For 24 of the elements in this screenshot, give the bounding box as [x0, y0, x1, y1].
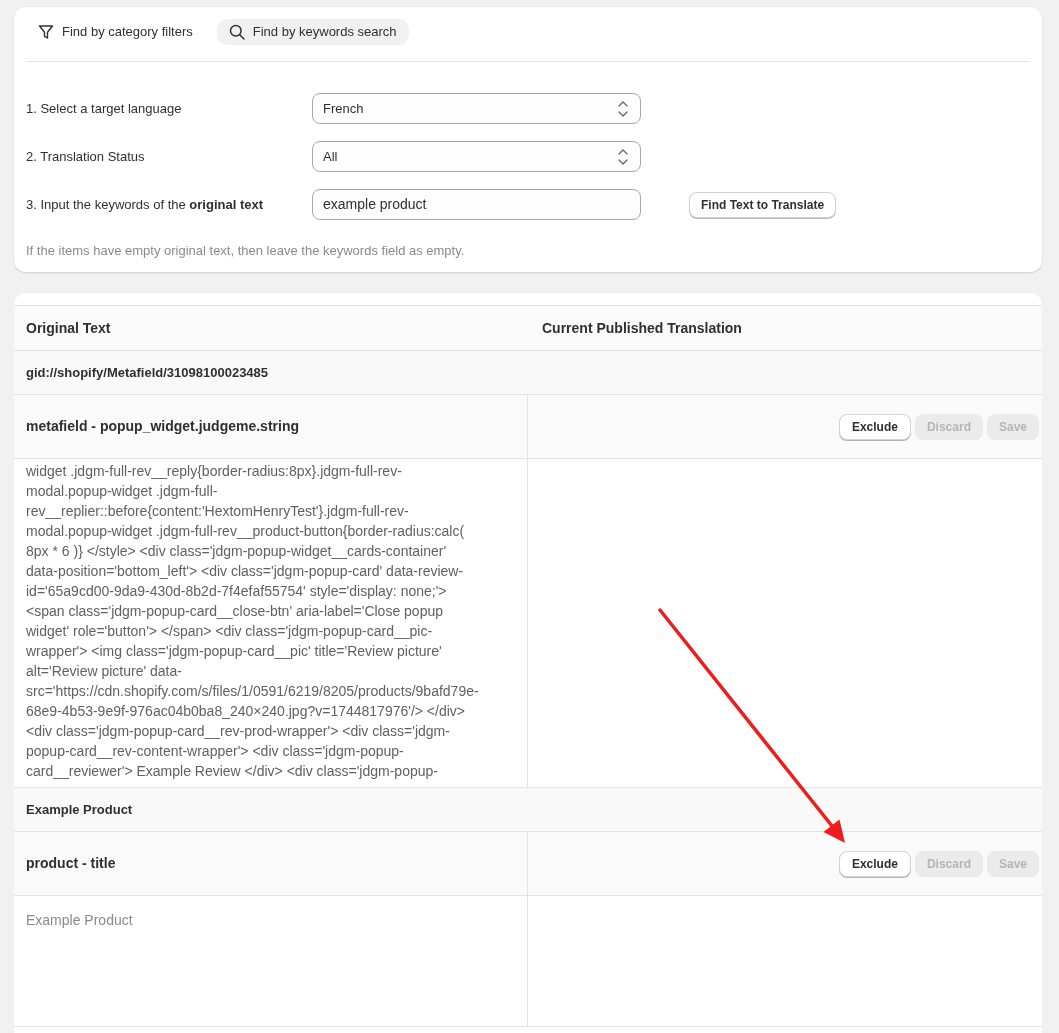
filter-tab[interactable]: Find by category filters — [26, 19, 205, 45]
chevron-up-down-icon — [618, 148, 628, 165]
original-text: widget .jdgm-full-rev__reply{border-radius:8px}.jdgm-full-rev- modal.popup-widget .jdgm-full- rev__replier::before{content:'HextomHenryTest'}.jdgm-full-rev- modal.popup-widget .jdgm-full-rev__product-button{border-radius:calc( 8px * 6 )} </style> <div class='jdgm-popup-widget__cards-container' data-position='bottom_left'> <div class='jdgm-popup-card' data-review- id='65a9cd00-9da9-430d-8b2d-7f4efaf55754' style='display: none;'> <span class='jdgm-popup-card__close-btn' aria-label='Close popup widget' role='button'> </span> <div class='jdgm-popup-card__pic- wrapper'> <img class='jdgm-popup-card__pic' title='Review picture' alt='Review picture' data- src='https://cdn.shopify.com/s/files/1/0591/6219/8205/products/9bafd79e- 68e9-4b53-9e9f-976ac04b0ba8_240×240.jpg?v=1744817976'/> </div> <div class='jdgm-popup-card__rev-prod-wrapper'> <div class='jdgm- popup-card__rev-content-wrapper'> <div class='jdgm-popup- card__reviewer'> Example Review </div> <div class='jdgm-popup- — [26, 462, 480, 781]
column-header: Current Published Translation — [542, 318, 742, 338]
field-label: 3. Input the keywords of the original text — [26, 195, 264, 214]
field-label: 2. Translation Status — [26, 147, 146, 166]
field-name: product - title — [26, 854, 116, 873]
keywords-input-field[interactable]: example product — [312, 189, 641, 220]
find-text-button[interactable]: Find Text to Translate — [689, 191, 837, 218]
action-button[interactable]: Exclude — [838, 413, 911, 440]
group-heading: Example Product — [26, 800, 133, 819]
field-name: metafield - popup_widget.judgeme.string — [26, 417, 299, 436]
search-icon — [228, 24, 245, 40]
filter-tab[interactable]: Find by keywords search — [216, 19, 409, 45]
filter-icon — [38, 24, 54, 40]
dropdown-field[interactable]: French — [312, 93, 641, 124]
action-button[interactable]: Exclude — [838, 850, 911, 877]
chevron-up-down-icon — [618, 100, 628, 117]
original-text: Example Product — [26, 911, 134, 930]
column-header: Original Text — [26, 318, 111, 338]
hint-text: If the items have empty original text, then leave the keywords field as empty. — [26, 242, 466, 260]
dropdown-field[interactable]: All — [312, 141, 641, 172]
group-heading: gid://shopify/Metafield/31098100023485 — [26, 363, 269, 382]
field-label: 1. Select a target language — [26, 99, 183, 118]
